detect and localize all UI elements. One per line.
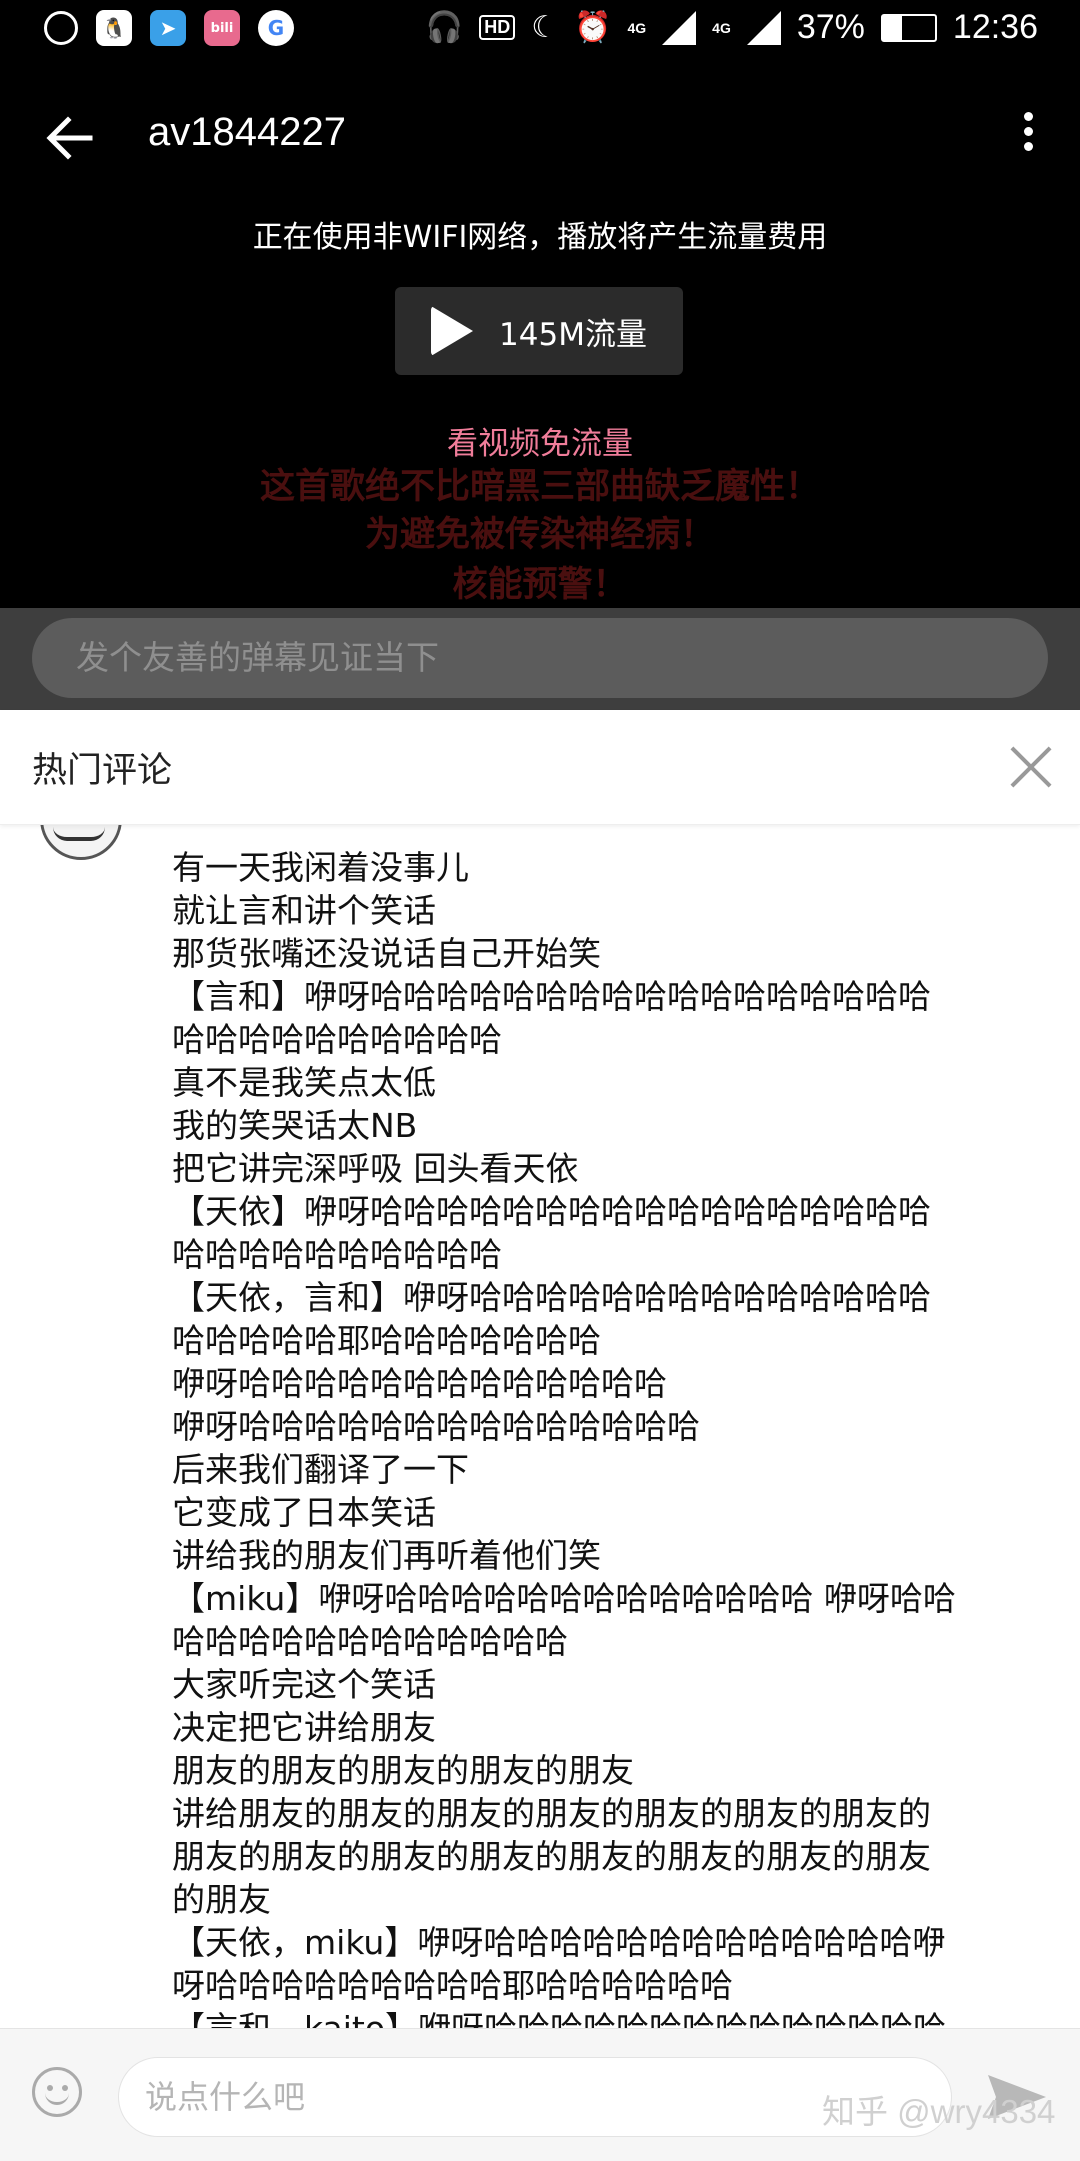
comment-line: 的朋友 xyxy=(172,1880,271,1919)
comment-line: 讲给我的朋友们再听着他们笑 xyxy=(172,1536,601,1575)
comment-line: 真不是我笑点太低 xyxy=(172,1063,436,1102)
comment-line: 把它讲完深呼吸 回头看天依 xyxy=(172,1149,579,1188)
comment-line: 咿呀哈哈哈哈哈哈哈哈哈哈哈哈哈 xyxy=(172,1364,667,1403)
comment-line: 朋友的朋友的朋友的朋友的朋友的朋友的朋友的朋友 xyxy=(172,1837,931,1876)
hot-comments-header: 热门评论 xyxy=(0,710,1080,825)
comment-line: 就让言和讲个笑话 xyxy=(172,891,436,930)
signal-icon-1 xyxy=(662,10,697,45)
play-with-data-button[interactable]: 145M流量 xyxy=(395,287,683,375)
notification-icons: 🐧 ➤ bili G xyxy=(44,10,294,46)
comment-line: 朋友的朋友的朋友的朋友的朋友 xyxy=(172,1751,634,1790)
qq-icon: 🐧 xyxy=(96,10,132,46)
network-type-1: 4G xyxy=(627,19,647,36)
comment-list[interactable]: 有一天我闲着没事儿 就让言和讲个笑话那货张嘴还没说话自己开始笑【言和】咿呀哈哈哈哈… xyxy=(0,824,1080,2028)
comment-line: 咿呀哈哈哈哈哈哈哈哈哈哈哈哈哈哈 xyxy=(172,1407,700,1446)
emoji-icon[interactable] xyxy=(32,2067,82,2117)
comment-line: 大家听完这个笑话 xyxy=(172,1665,436,1704)
network-warning: 正在使用非WIFI网络，播放将产生流量费用 xyxy=(252,220,828,255)
comment-line: 【言和】咿呀哈哈哈哈哈哈哈哈哈哈哈哈哈哈哈哈哈 xyxy=(172,977,931,1016)
status-bar: 🐧 ➤ bili G 🎧 HD ☾ ⏰ 4G 4G 37% 12:36 xyxy=(0,0,1080,62)
comment-line: 【言和，kaito】咿呀哈哈哈哈哈哈哈哈哈哈哈哈哈哈 xyxy=(172,2007,1044,2028)
comment-line: 哈哈哈哈哈耶哈哈哈哈哈哈哈 xyxy=(172,1321,601,1360)
bilibili-icon: bili xyxy=(204,10,240,46)
free-data-link[interactable]: 看视频免流量 xyxy=(0,418,1080,463)
comment-line: 【天依，言和】咿呀哈哈哈哈哈哈哈哈哈哈哈哈哈哈 xyxy=(172,1278,931,1317)
comment-line: 哈哈哈哈哈哈哈哈哈哈 xyxy=(172,1235,502,1274)
moon-icon: ☾ xyxy=(531,11,559,44)
danmaku-bar: 发个友善的弹幕见证当下 xyxy=(0,608,1080,710)
comment-line: 呀哈哈哈哈哈哈哈哈哈耶哈哈哈哈哈哈 xyxy=(172,1966,733,2005)
map-icon: ➤ xyxy=(150,10,186,46)
comment-line: 【miku】咿呀哈哈哈哈哈哈哈哈哈哈哈哈哈 咿呀哈哈 xyxy=(172,1579,956,1618)
hd-icon: HD xyxy=(479,15,516,40)
comment-line: 我的笑哭话太NB xyxy=(172,1106,418,1145)
comment-content: 有一天我闲着没事儿 就让言和讲个笑话那货张嘴还没说话自己开始笑【言和】咿呀哈哈哈哈… xyxy=(172,846,1044,2028)
google-icon: G xyxy=(258,10,294,46)
comment-line: 有一天我闲着没事儿 xyxy=(172,848,469,887)
danmaku-comment: 这首歌绝不比暗黑三部曲缺乏魔性！ xyxy=(259,467,820,507)
comment-line: 【天依，miku】咿呀哈哈哈哈哈哈哈哈哈哈哈哈哈咿 xyxy=(172,1923,946,1962)
comment-line: 那货张嘴还没说话自己开始笑 xyxy=(172,934,601,973)
comment-line: 哈哈哈哈哈哈哈哈哈哈哈哈 xyxy=(172,1622,568,1661)
play-icon xyxy=(431,306,474,356)
danmaku-comment: 为避免被传染神经病！ xyxy=(364,515,715,555)
comment-line: 哈哈哈哈哈哈哈哈哈哈 xyxy=(172,1020,502,1059)
comment-line: 后来我们翻译了一下 xyxy=(172,1450,469,1489)
avatar[interactable] xyxy=(40,824,122,860)
hot-comments-title: 热门评论 xyxy=(32,751,173,791)
close-icon[interactable] xyxy=(1008,744,1054,790)
alarm-icon: ⏰ xyxy=(574,11,612,44)
video-id-title: av1844227 xyxy=(148,110,346,154)
headphones-icon: 🎧 xyxy=(425,11,464,44)
battery-percent: 37% xyxy=(796,8,865,46)
comment-line: 决定把它讲给朋友 xyxy=(172,1708,436,1747)
comment-line: 【天依】咿呀哈哈哈哈哈哈哈哈哈哈哈哈哈哈哈哈哈 xyxy=(172,1192,931,1231)
signal-icon-2 xyxy=(746,10,781,45)
network-type-2: 4G xyxy=(712,19,731,36)
play-button-label: 145M流量 xyxy=(499,316,647,353)
watermark: 知乎 @wry4334 xyxy=(822,2093,1056,2130)
clock: 12:36 xyxy=(952,8,1038,46)
more-options-icon[interactable] xyxy=(1008,106,1048,166)
video-player[interactable]: 🐧 ➤ bili G 🎧 HD ☾ ⏰ 4G 4G 37% 12:36 av18… xyxy=(0,0,1080,608)
back-arrow-icon[interactable] xyxy=(42,108,106,168)
comment-line: 讲给朋友的朋友的朋友的朋友的朋友的朋友的朋友的 xyxy=(172,1794,931,1833)
netease-music-icon xyxy=(44,11,78,45)
app-bar: av1844227 xyxy=(0,100,1080,176)
danmaku-comment: 核能预警！ xyxy=(452,565,628,605)
danmaku-input[interactable]: 发个友善的弹幕见证当下 xyxy=(32,618,1048,698)
battery-icon xyxy=(880,13,937,42)
comment-line: 它变成了日本笑话 xyxy=(172,1493,436,1532)
